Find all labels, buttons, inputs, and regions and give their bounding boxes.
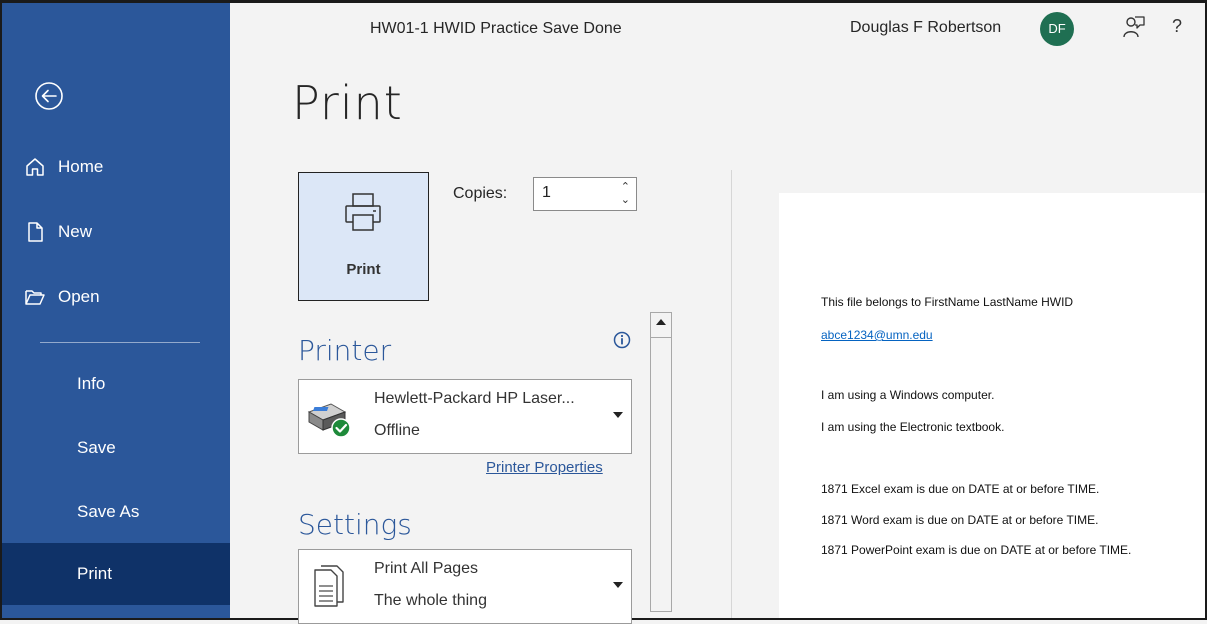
sidebar-item-label: Print [77, 564, 112, 583]
sidebar-item-label: Home [58, 157, 104, 176]
printer-dropdown[interactable]: Hewlett-Packard HP Laser... Offline [298, 379, 632, 454]
home-icon [26, 158, 44, 176]
copies-input[interactable] [540, 183, 604, 203]
preview-email-link[interactable]: abce1234@umn.edu [821, 328, 933, 342]
sidebar-item-new[interactable]: New [2, 201, 230, 263]
preview-line: I am using a Windows computer. [821, 388, 995, 402]
panel-divider [731, 170, 732, 618]
help-button[interactable]: ? [1172, 16, 1182, 37]
page-title: Print [292, 76, 403, 130]
sidebar-divider [40, 342, 200, 343]
preview-line: This file belongs to FirstName LastName … [821, 295, 1074, 309]
scroll-up-icon[interactable] [656, 319, 666, 325]
print-button-label: Print [346, 261, 381, 278]
printer-heading: Printer [298, 334, 392, 367]
sidebar-item-label: Save [77, 438, 116, 457]
back-arrow-circle-icon[interactable] [34, 81, 64, 111]
preview-line: 1871 PowerPoint exam is due on DATE at o… [821, 543, 1132, 557]
backstage-sidebar: Home New Open Info Save Save As Print [2, 3, 230, 618]
chevron-up-icon[interactable]: ⌃ [621, 182, 630, 193]
settings-scrollbar[interactable] [650, 312, 672, 612]
sidebar-item-label: Save As [77, 502, 140, 521]
pages-option-detail: The whole thing [374, 592, 487, 609]
sidebar-item-label: Info [77, 374, 106, 393]
sidebar-item-info[interactable]: Info [2, 353, 230, 415]
copies-label: Copies: [453, 185, 508, 202]
new-document-icon [28, 222, 43, 242]
sidebar-item-save[interactable]: Save [2, 417, 230, 479]
print-pages-dropdown[interactable]: Print All Pages The whole thing [298, 549, 632, 624]
sidebar-item-print[interactable]: Print [2, 543, 230, 605]
chevron-down-icon [613, 412, 623, 418]
print-button[interactable]: Print [298, 172, 429, 301]
preview-line: 1871 Excel exam is due on DATE at or bef… [821, 482, 1100, 496]
scrollbar-divider [651, 337, 671, 338]
info-icon[interactable] [613, 331, 631, 349]
document-title: HW01-1 HWID Practice Save Done [370, 20, 622, 37]
pages-option: Print All Pages [374, 560, 479, 577]
sidebar-item-save-as[interactable]: Save As [2, 481, 230, 543]
printer-status: Offline [374, 422, 420, 439]
print-preview-page: This file belongs to FirstName LastName … [779, 193, 1205, 618]
coauthoring-icon[interactable] [1122, 15, 1146, 39]
printer-icon [345, 193, 381, 231]
copies-stepper[interactable]: ⌃ ⌄ [533, 177, 637, 211]
printer-status-icon [307, 403, 351, 438]
preview-line: 1871 Word exam is due on DATE at or befo… [821, 513, 1099, 527]
printer-name: Hewlett-Packard HP Laser... [374, 390, 575, 407]
sidebar-item-open[interactable]: Open [2, 266, 230, 328]
print-all-pages-icon [314, 565, 344, 607]
sidebar-item-label: New [58, 222, 93, 241]
printer-properties-link[interactable]: Printer Properties [486, 459, 603, 476]
open-folder-icon [25, 290, 45, 305]
sidebar-item-home[interactable]: Home [2, 136, 230, 198]
user-name[interactable]: Douglas F Robertson [850, 19, 1001, 37]
avatar[interactable]: DF [1040, 12, 1074, 46]
preview-line: I am using the Electronic textbook. [821, 420, 1005, 434]
settings-heading: Settings [298, 508, 412, 541]
sidebar-item-label: Open [58, 287, 100, 306]
chevron-down-icon [613, 582, 623, 588]
chevron-down-icon[interactable]: ⌄ [621, 195, 630, 206]
